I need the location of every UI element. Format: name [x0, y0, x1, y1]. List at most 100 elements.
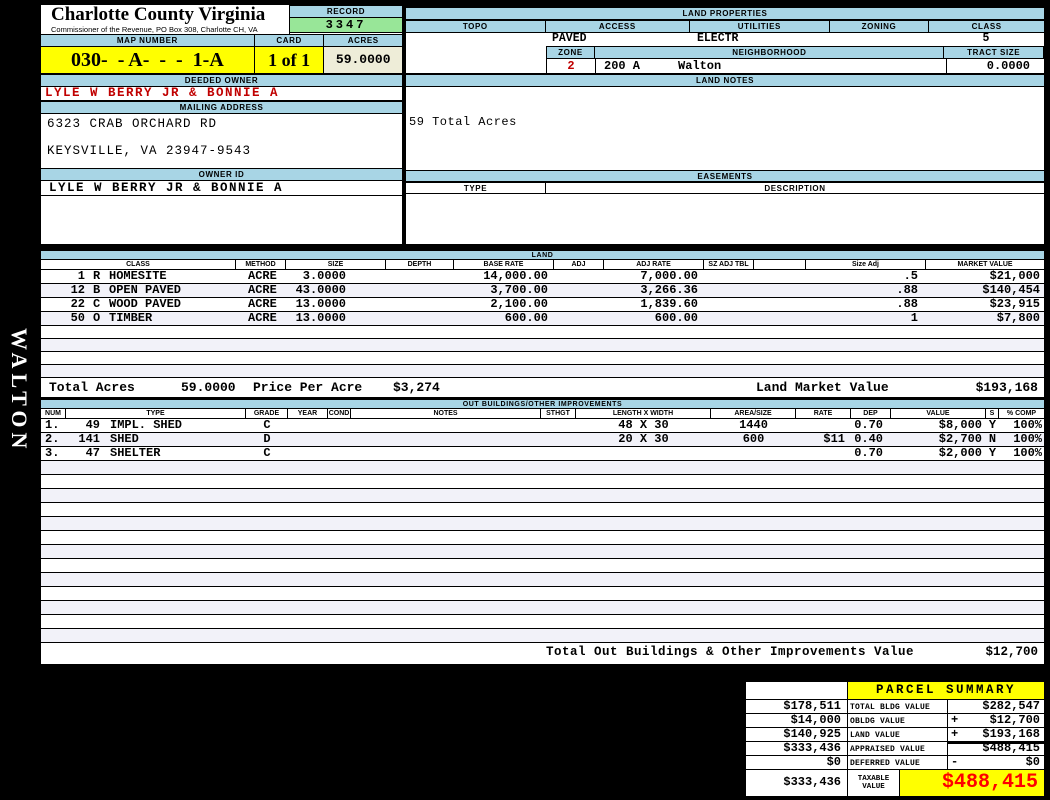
- land-base-rate: 600.00: [504, 312, 548, 325]
- col-size-adj: Size Adj: [806, 260, 926, 269]
- ob-type-code: 141: [78, 433, 100, 446]
- empty-row: [41, 503, 1044, 517]
- col-rate: RATE: [796, 409, 851, 418]
- ob-value: $2,700: [938, 433, 982, 446]
- ob-type-name: SHELTER: [110, 447, 161, 460]
- land-size-adj: .88: [896, 284, 918, 297]
- operator: -: [951, 755, 959, 769]
- col-depth: DEPTH: [386, 260, 454, 269]
- ob-area-size: [711, 447, 796, 460]
- land-size: 13.0000: [295, 312, 346, 325]
- col-adj: ADJ: [554, 260, 604, 269]
- land-column-headers: CLASS METHOD SIZE DEPTH BASE RATE ADJ AD…: [41, 260, 1044, 270]
- out-buildings-total-value: $12,700: [985, 645, 1038, 659]
- prior-appraised-value: $333,436: [746, 742, 848, 755]
- appraised-value: $488,415: [982, 741, 1040, 755]
- taxable-value-label: TAXABLE VALUE: [848, 770, 900, 796]
- acres-label: ACRES: [324, 34, 402, 47]
- ob-area-size: 600: [742, 433, 765, 446]
- land-base-rate: 3,700.00: [490, 284, 548, 297]
- neighborhood-label: NEIGHBORHOOD: [595, 46, 945, 59]
- obldg-value-label: OBLDG VALUE: [848, 714, 948, 727]
- empty-row: [41, 339, 1044, 352]
- land-blank: [754, 270, 806, 283]
- total-bldg-value-label: TOTAL BLDG VALUE: [848, 700, 948, 713]
- owner-header-panel: Charlotte County Virginia Commissioner o…: [40, 4, 403, 245]
- land-method: ACRE: [248, 298, 277, 311]
- ob-notes: [351, 447, 541, 460]
- ob-length-width: [576, 447, 711, 460]
- zone-value: 2: [546, 59, 596, 74]
- land-adj: [554, 284, 604, 297]
- empty-row: [41, 326, 1044, 339]
- col-sthgt: STHGT: [541, 409, 576, 418]
- prior-total-bldg-value: $178,511: [746, 700, 848, 713]
- total-bldg-value: $282,547: [982, 699, 1040, 713]
- deeded-owner-value: LYLE W BERRY JR & BONNIE A: [41, 87, 402, 101]
- appraised-value-label: APPRAISED VALUE: [848, 742, 948, 755]
- prior-value-empty: [746, 682, 848, 699]
- ob-cond: [328, 447, 351, 460]
- land-class-code: B: [93, 284, 101, 297]
- total-acres-label: Total Acres: [49, 380, 135, 395]
- ob-dep: 0.40: [854, 433, 883, 446]
- county-title-block: Charlotte County Virginia Commissioner o…: [41, 5, 289, 34]
- col-cond: COND: [328, 409, 351, 418]
- empty-row: [41, 559, 1044, 573]
- zoning-label: ZONING: [829, 20, 930, 33]
- class-value: 5: [982, 32, 990, 45]
- owner-panel-spacer: [41, 196, 402, 244]
- ob-grade: C: [263, 447, 271, 460]
- land-sz-adj-tbl: [704, 270, 754, 283]
- commissioner-line: Commissioner of the Revenue, PO Box 308,…: [51, 25, 289, 34]
- ob-year: [288, 447, 328, 460]
- zone-header-row: ZONE NEIGHBORHOOD TRACT SIZE: [406, 46, 1044, 59]
- ob-type-code: 49: [85, 419, 100, 432]
- land-adj-rate: 1,839.60: [640, 298, 698, 311]
- land-class-num: 1: [77, 270, 85, 283]
- empty-row: [41, 365, 1044, 378]
- land-row: 1 R HOMESITE ACRE 3.0000 14,000.00 7,000.0…: [41, 270, 1044, 284]
- land-size-adj: .88: [896, 298, 918, 311]
- prior-taxable-value: $333,436: [746, 770, 848, 796]
- col-pct-comp: % COMP: [1006, 410, 1037, 417]
- col-type: TYPE: [66, 409, 246, 418]
- land-properties-values: PAVED ELECTR 5: [406, 33, 1044, 46]
- land-base-rate: 2,100.00: [490, 298, 548, 311]
- empty-row: [41, 629, 1044, 643]
- land-sz-adj-tbl: [704, 312, 754, 325]
- record-block: RECORD 3347: [289, 5, 402, 34]
- ob-notes: [351, 419, 541, 432]
- ob-num: 1.: [45, 419, 60, 432]
- tract-size-value: 0.0000: [946, 59, 1038, 74]
- zone-value-row: 2 200 A Walton 0.0000: [406, 59, 1044, 74]
- land-method: ACRE: [248, 284, 277, 297]
- summary-row: $14,000 OBLDG VALUE + $12,700: [746, 713, 1044, 727]
- col-s: S: [986, 409, 999, 418]
- ob-year: [288, 433, 328, 446]
- out-building-row: 1. 49 IMPL. SHED C 48 X 30 1440 0.70 $8,0…: [41, 419, 1044, 433]
- operator: +: [951, 727, 959, 741]
- land-size: 43.0000: [295, 284, 346, 297]
- land-size: 3.0000: [302, 270, 346, 283]
- address-line-2: KEYSVILLE, VA 23947-9543: [47, 144, 252, 158]
- land-table-title: LAND: [41, 250, 1044, 260]
- empty-row: [41, 545, 1044, 559]
- price-per-acre-label: Price Per Acre: [253, 380, 363, 395]
- empty-row: [41, 531, 1044, 545]
- record-number: 3347: [290, 18, 402, 33]
- ob-area-size: 1440: [739, 419, 768, 432]
- land-properties-title: LAND PROPERTIES: [406, 7, 1044, 20]
- land-valuation-table: LAND CLASS METHOD SIZE DEPTH BASE RATE A…: [40, 249, 1045, 665]
- col-sz-adj-tbl: SZ ADJ TBL: [704, 260, 754, 269]
- summary-row: $178,511 TOTAL BLDG VALUE $282,547: [746, 699, 1044, 713]
- ob-pct-comp: 100%: [1013, 433, 1042, 446]
- land-market-value: $140,454: [982, 284, 1040, 297]
- land-notes-title: LAND NOTES: [406, 74, 1044, 87]
- land-class-name: OPEN PAVED: [109, 284, 182, 297]
- ob-rate: $11: [823, 433, 845, 446]
- ob-num: 3.: [45, 447, 60, 460]
- land-method: ACRE: [248, 312, 277, 325]
- mailing-address-block: 6323 CRAB ORCHARD RD KEYSVILLE, VA 23947…: [41, 114, 402, 168]
- col-adj-rate: ADJ RATE: [604, 260, 704, 269]
